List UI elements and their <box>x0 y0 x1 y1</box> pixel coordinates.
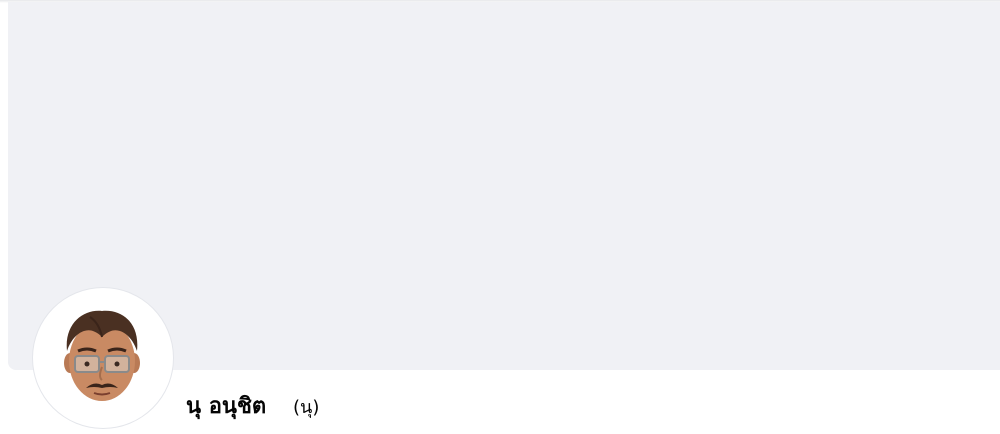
profile-name[interactable]: นุ อนุชิต <box>186 392 266 422</box>
profile-nickname: (นุ) <box>293 397 320 418</box>
avatar[interactable] <box>38 293 168 423</box>
memoji-avatar-icon <box>64 310 140 401</box>
profile-page: นุ อนุชิต (นุ) <box>0 0 1000 434</box>
